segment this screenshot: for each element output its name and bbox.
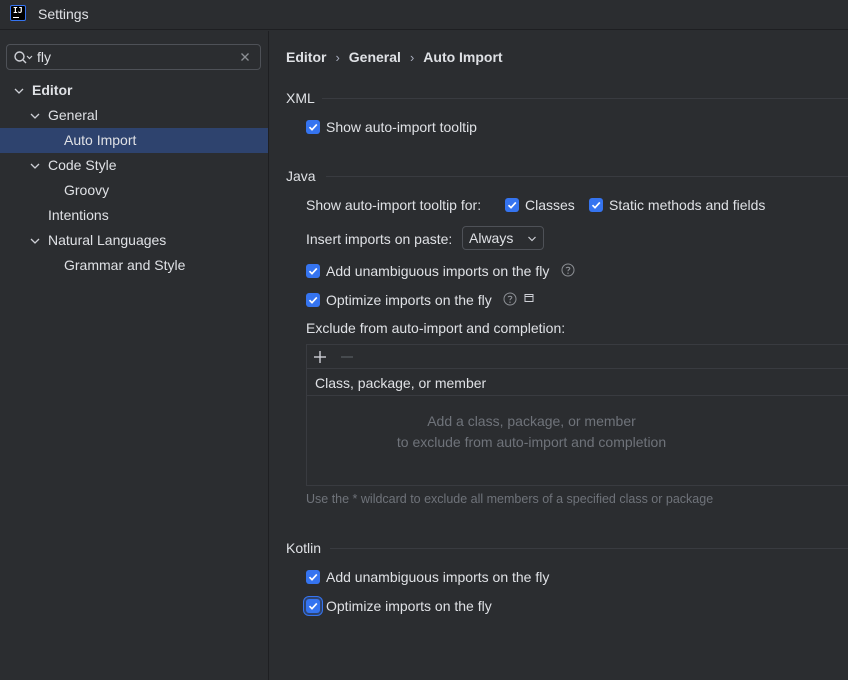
empty-state-line-2: to exclude from auto-import and completi… bbox=[396, 434, 667, 450]
tree-label-editor: Editor bbox=[32, 82, 73, 98]
tree-item-intentions[interactable]: Intentions bbox=[0, 203, 268, 228]
breadcrumb-auto-import: Auto Import bbox=[423, 49, 503, 65]
checkbox-label: Add unambiguous imports on the fly bbox=[326, 263, 550, 279]
settings-sidebar: Editor General Auto Import Code Style Gr… bbox=[0, 31, 269, 680]
checkbox-label: Optimize imports on the fly bbox=[326, 292, 492, 308]
intellij-app-icon: IJ bbox=[10, 5, 26, 21]
tree-label-natural-languages: Natural Languages bbox=[48, 232, 167, 248]
checkbox-label: Static methods and fields bbox=[609, 197, 766, 213]
settings-content: Editor › General › Auto Import XML Show auto… bbox=[270, 31, 848, 680]
search-input[interactable] bbox=[37, 48, 232, 66]
dropdown-value: Always bbox=[469, 230, 514, 246]
search-icon bbox=[14, 51, 33, 64]
checkbox-checked-icon[interactable] bbox=[589, 198, 603, 212]
window-icon[interactable] bbox=[524, 293, 534, 303]
table-header: Class, package, or member bbox=[307, 370, 848, 396]
chevron-down-icon[interactable] bbox=[13, 85, 25, 97]
tree-item-general[interactable]: General bbox=[0, 103, 268, 128]
tree-item-code-style[interactable]: Code Style bbox=[0, 153, 268, 178]
window-title: Settings bbox=[38, 6, 89, 22]
breadcrumb-general[interactable]: General bbox=[349, 49, 401, 65]
title-bar: IJ Settings bbox=[0, 0, 848, 30]
tree-label-auto-import: Auto Import bbox=[64, 132, 137, 148]
breadcrumb-editor[interactable]: Editor bbox=[286, 49, 326, 65]
section-divider bbox=[322, 98, 848, 99]
checkbox-label: Optimize imports on the fly bbox=[326, 598, 492, 614]
empty-state-line-1: Add a class, package, or member bbox=[427, 413, 636, 429]
checkbox-label: Add unambiguous imports on the fly bbox=[326, 569, 550, 585]
tree-label-code-style: Code Style bbox=[48, 157, 117, 173]
settings-search-box[interactable] bbox=[6, 44, 261, 70]
exclude-label: Exclude from auto-import and completion: bbox=[306, 320, 566, 336]
add-icon[interactable] bbox=[313, 350, 327, 364]
checkbox-checked-icon[interactable] bbox=[306, 599, 320, 613]
checkbox-checked-icon[interactable] bbox=[306, 264, 320, 278]
checkbox-checked-icon[interactable] bbox=[306, 120, 320, 134]
chevron-down-icon bbox=[528, 236, 536, 242]
tree-item-auto-import[interactable]: Auto Import bbox=[0, 128, 268, 153]
breadcrumb-separator: › bbox=[409, 50, 415, 65]
exclude-table: Class, package, or member Add a class, p… bbox=[306, 344, 848, 486]
tree-label-grammar-and-style: Grammar and Style bbox=[64, 257, 186, 273]
checkbox-checked-icon[interactable] bbox=[306, 293, 320, 307]
insert-on-paste-dropdown[interactable]: Always bbox=[462, 226, 544, 250]
breadcrumb-separator: › bbox=[335, 50, 340, 65]
insert-on-paste-label: Insert imports on paste: bbox=[306, 231, 453, 247]
section-title-kotlin: Kotlin bbox=[286, 540, 322, 556]
breadcrumb: Editor › General › Auto Import bbox=[286, 49, 503, 65]
tree-label-groovy: Groovy bbox=[64, 182, 110, 198]
tree-item-groovy[interactable]: Groovy bbox=[0, 178, 268, 203]
section-title-xml: XML bbox=[286, 90, 315, 106]
help-icon[interactable] bbox=[561, 263, 575, 277]
checkbox-checked-icon[interactable] bbox=[505, 198, 519, 212]
table-toolbar bbox=[307, 345, 848, 369]
remove-icon[interactable] bbox=[340, 350, 354, 364]
help-icon[interactable] bbox=[503, 292, 517, 306]
clear-search-icon[interactable] bbox=[238, 50, 252, 64]
chevron-down-icon[interactable] bbox=[29, 160, 41, 172]
chevron-down-icon[interactable] bbox=[29, 235, 41, 247]
checkbox-checked-icon[interactable] bbox=[306, 570, 320, 584]
tree-item-grammar-and-style[interactable]: Grammar and Style bbox=[0, 253, 268, 278]
tree-label-general: General bbox=[48, 107, 98, 123]
section-divider bbox=[326, 176, 848, 177]
tree-item-editor[interactable]: Editor bbox=[0, 78, 268, 103]
tree-item-natural-languages[interactable]: Natural Languages bbox=[0, 228, 268, 253]
section-divider bbox=[330, 548, 848, 549]
tree-label-intentions: Intentions bbox=[48, 207, 109, 223]
section-title-java: Java bbox=[286, 168, 316, 184]
checkbox-label: Show auto-import tooltip bbox=[326, 119, 477, 135]
wildcard-hint: Use the * wildcard to exclude all member… bbox=[306, 492, 714, 506]
table-column-header: Class, package, or member bbox=[315, 375, 487, 391]
checkbox-label: Classes bbox=[525, 197, 575, 213]
chevron-down-icon[interactable] bbox=[29, 110, 41, 122]
tooltip-for-label: Show auto-import tooltip for: bbox=[306, 197, 482, 213]
